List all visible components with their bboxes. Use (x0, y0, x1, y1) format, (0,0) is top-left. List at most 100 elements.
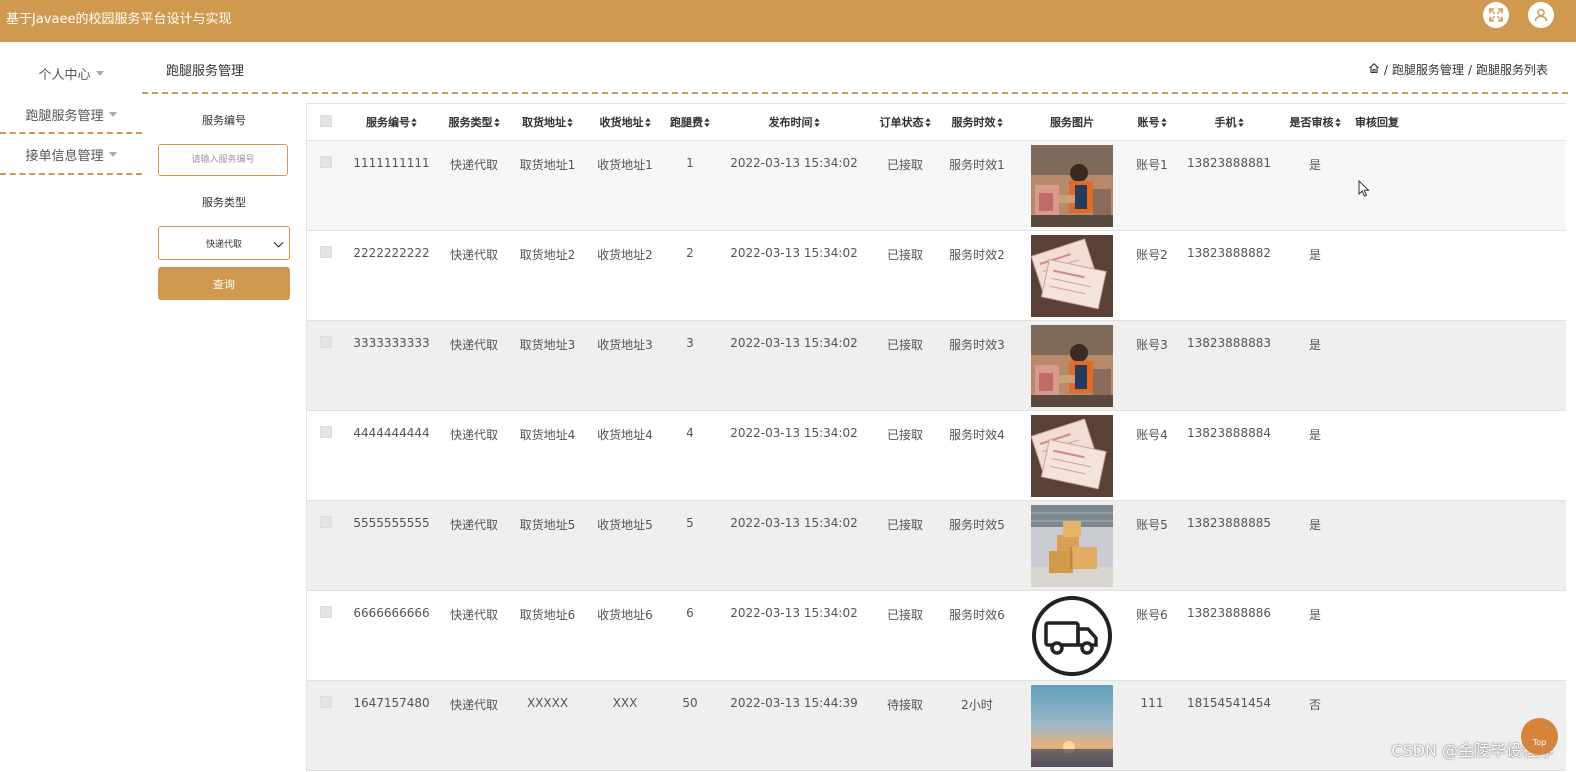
cell-account: 账号6 (1127, 590, 1177, 681)
column-header-pickup[interactable]: 取货地址 (510, 104, 585, 141)
service-image[interactable] (1031, 505, 1113, 587)
sort-icon[interactable] (996, 118, 1003, 127)
cell-duration: 2小时 (937, 680, 1017, 771)
cell-delivery: 收货地址4 (585, 410, 665, 501)
select-all-checkbox[interactable] (320, 114, 332, 127)
back-to-top-button[interactable]: Top (1521, 718, 1558, 755)
sort-icon[interactable] (704, 118, 710, 127)
cell-pickup: 取货地址1 (510, 140, 585, 231)
service-table: 服务编号 服务类型 取货地址 收货地址 跑腿费 发布时间 订单状态 服务时效 服… (306, 103, 1566, 772)
sort-icon[interactable] (567, 118, 573, 127)
sidebar-item-label: 接单信息管理 (25, 148, 104, 164)
cell-status: 已接取 (873, 230, 937, 321)
cell-type: 快递代取 (438, 320, 510, 411)
service-no-input[interactable] (158, 144, 288, 176)
sidebar-item-label: 个人中心 (38, 67, 91, 83)
column-header-service-type[interactable]: 服务类型 (438, 104, 510, 141)
service-image[interactable] (1031, 415, 1113, 497)
cell-reply (1349, 590, 1405, 681)
cell-delivery: 收货地址1 (585, 140, 665, 231)
sort-icon[interactable] (493, 118, 500, 127)
cell-type: 快递代取 (438, 230, 510, 321)
cell-pickup: 取货地址5 (510, 500, 585, 591)
cell-status: 待接取 (873, 680, 937, 771)
row-checkbox[interactable] (320, 336, 332, 348)
column-header-phone[interactable]: 手机 (1177, 104, 1281, 141)
sort-icon[interactable] (924, 118, 931, 127)
breadcrumb-item: 跑腿服务列表 (1475, 63, 1548, 77)
sort-icon[interactable] (1334, 118, 1341, 127)
cell-status: 已接取 (873, 320, 937, 411)
cell-delivery: 收货地址6 (585, 590, 665, 681)
sidebar-item-order-info[interactable]: 接单信息管理 (0, 137, 142, 171)
cell-account: 账号2 (1127, 230, 1177, 321)
sort-icon[interactable] (411, 118, 417, 127)
cell-time: 2022-03-13 15:34:02 (715, 320, 873, 411)
row-checkbox[interactable] (320, 246, 332, 258)
query-button[interactable]: 查询 (158, 267, 290, 300)
column-header-service-no[interactable]: 服务编号 (345, 104, 438, 141)
cell-type: 快递代取 (438, 500, 510, 591)
cell-reviewed: 否 (1281, 680, 1349, 771)
cell-no: 3333333333 (345, 320, 438, 411)
cell-time: 2022-03-13 15:34:02 (715, 230, 873, 321)
cell-time: 2022-03-13 15:34:02 (715, 410, 873, 501)
column-header-time[interactable]: 发布时间 (715, 104, 873, 141)
row-checkbox[interactable] (320, 516, 332, 528)
cell-reply (1349, 410, 1405, 501)
service-image[interactable] (1031, 235, 1113, 317)
fullscreen-icon[interactable] (1483, 2, 1509, 28)
cell-no: 6666666666 (345, 590, 438, 681)
row-checkbox[interactable] (320, 606, 332, 618)
service-image[interactable] (1031, 595, 1113, 677)
column-header-status[interactable]: 订单状态 (873, 104, 937, 141)
sort-icon[interactable] (644, 118, 651, 127)
service-no-label: 服务编号 (202, 114, 246, 127)
cell-phone: 18154541454 (1177, 680, 1281, 771)
divider (0, 132, 142, 134)
column-header-delivery[interactable]: 收货地址 (585, 104, 665, 141)
service-type-select[interactable]: 快递代取 (158, 226, 290, 260)
cell-fee: 6 (665, 590, 715, 681)
cell-fee: 3 (665, 320, 715, 411)
breadcrumb-item[interactable]: 跑腿服务管理 (1392, 61, 1464, 78)
cell-reply (1349, 320, 1405, 411)
cell-account: 账号4 (1127, 410, 1177, 501)
cell-phone: 13823888884 (1177, 410, 1281, 501)
row-checkbox[interactable] (320, 426, 332, 438)
service-image[interactable] (1031, 685, 1113, 767)
column-header-account[interactable]: 账号 (1127, 104, 1177, 141)
row-checkbox[interactable] (320, 696, 332, 708)
sort-icon[interactable] (1160, 118, 1167, 127)
service-image[interactable] (1031, 145, 1113, 227)
home-icon[interactable] (1368, 62, 1380, 77)
column-header-fee[interactable]: 跑腿费 (665, 104, 715, 141)
cell-pickup: 取货地址2 (510, 230, 585, 321)
page-title: 跑腿服务管理 (166, 64, 245, 79)
cell-time: 2022-03-13 15:34:02 (715, 590, 873, 681)
column-header-reviewed[interactable]: 是否审核 (1281, 104, 1349, 141)
table-row: 4444444444 快递代取 取货地址4 收货地址4 4 2022-03-13 15:3… (307, 410, 1566, 501)
cell-delivery: XXX (585, 680, 665, 771)
cell-account: 账号5 (1127, 500, 1177, 591)
cell-reply (1349, 230, 1405, 321)
sort-icon[interactable] (1237, 118, 1244, 127)
cell-delivery: 收货地址3 (585, 320, 665, 411)
sort-icon[interactable] (813, 118, 820, 127)
divider (0, 173, 142, 175)
sidebar-item-errand-service[interactable]: 跑腿服务管理 (0, 97, 142, 131)
service-image[interactable] (1031, 325, 1113, 407)
column-header-duration[interactable]: 服务时效 (937, 104, 1017, 141)
cell-pickup: 取货地址6 (510, 590, 585, 681)
chevron-down-icon (273, 237, 284, 248)
mouse-cursor-icon (1358, 180, 1370, 197)
cell-reply (1349, 500, 1405, 591)
row-checkbox[interactable] (320, 156, 332, 168)
cell-account: 账号1 (1127, 140, 1177, 231)
breadcrumb: / 跑腿服务管理 / 跑腿服务列表 (1368, 61, 1548, 78)
user-icon[interactable] (1528, 2, 1554, 28)
sidebar-item-personal-center[interactable]: 个人中心 (0, 56, 142, 90)
cell-no: 4444444444 (345, 410, 438, 501)
table-row: 6666666666 快递代取 取货地址6 收货地址6 6 2022-03-13 15:3… (307, 590, 1566, 681)
breadcrumb-separator: / (1383, 62, 1388, 77)
